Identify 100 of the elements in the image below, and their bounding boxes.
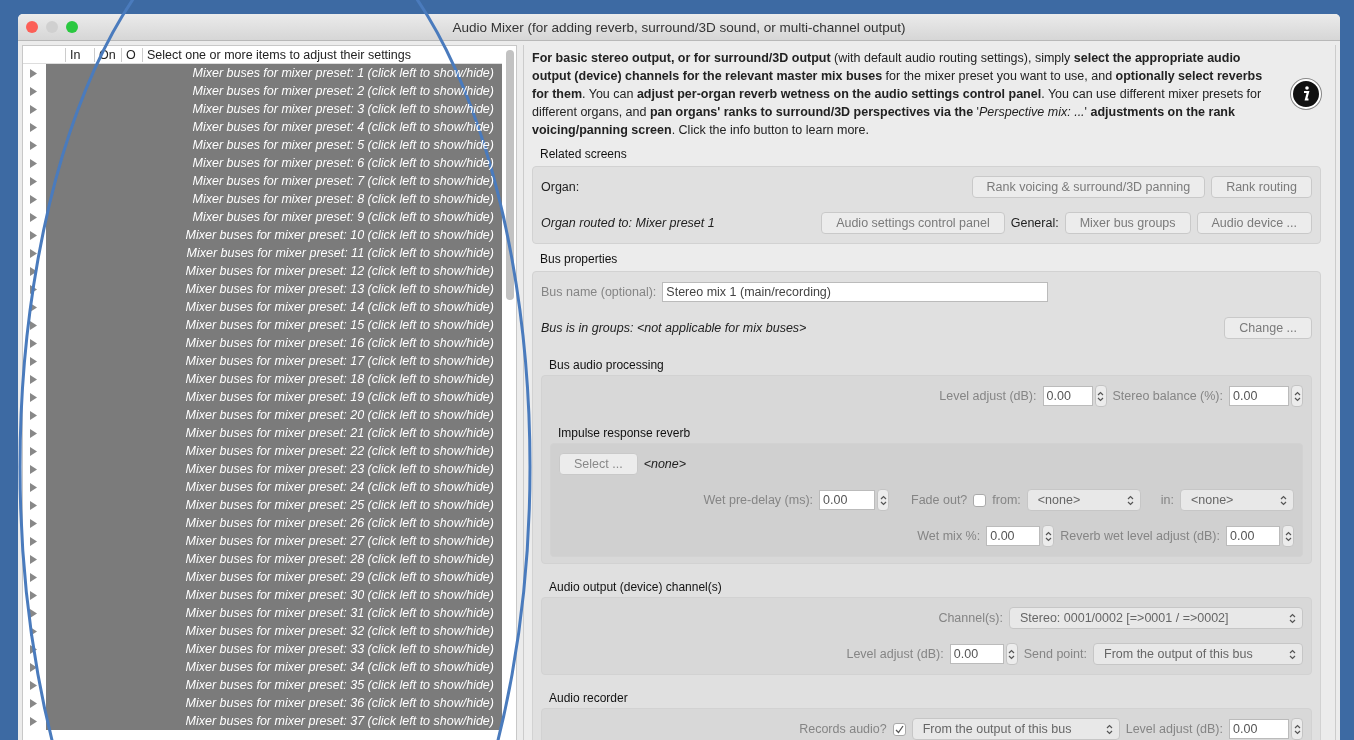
stepper-button[interactable] <box>877 489 889 511</box>
disclosure-triangle-icon[interactable] <box>29 266 37 276</box>
checkbox[interactable] <box>892 722 906 736</box>
list-item[interactable]: Mixer buses for mixer preset: 26 (click left to show/hide) <box>46 514 502 532</box>
dropdown[interactable]: <none> <box>1026 489 1141 511</box>
stepper-button[interactable] <box>1291 718 1303 740</box>
disclosure-triangle-icon[interactable] <box>29 86 37 96</box>
column-header[interactable]: In <box>65 47 94 62</box>
close-button[interactable] <box>26 21 38 33</box>
nav-button[interactable]: Mixer bus groups <box>1064 212 1191 234</box>
disclosure-triangle-icon[interactable] <box>29 500 37 510</box>
disclosure-triangle-icon[interactable] <box>29 212 37 222</box>
dropdown[interactable]: Stereo: 0001/0002 [=>0001 / =>0002] <box>1009 607 1303 629</box>
disclosure-triangle-icon[interactable] <box>29 140 37 150</box>
list-item[interactable]: Mixer buses for mixer preset: 22 (click left to show/hide) <box>46 442 502 460</box>
stepper-button[interactable] <box>1291 385 1303 407</box>
disclosure-triangle-icon[interactable] <box>29 248 37 258</box>
list-item[interactable]: Mixer buses for mixer preset: 10 (click left to show/hide) <box>46 226 502 244</box>
disclosure-triangle-icon[interactable] <box>29 590 37 600</box>
disclosure-triangle-icon[interactable] <box>29 122 37 132</box>
list-item[interactable]: Mixer buses for mixer preset: 9 (click left to show/hide) <box>46 208 502 226</box>
list-item[interactable]: Mixer buses for mixer preset: 8 (click left to show/hide) <box>46 190 502 208</box>
list-item[interactable]: Mixer buses for mixer preset: 24 (click left to show/hide) <box>46 478 502 496</box>
list-item[interactable]: Mixer buses for mixer preset: 6 (click left to show/hide) <box>46 154 502 172</box>
disclosure-triangle-icon[interactable] <box>29 194 37 204</box>
list-item[interactable]: Mixer buses for mixer preset: 14 (click left to show/hide) <box>46 298 502 316</box>
dropdown[interactable]: From the output of this bus <box>1093 643 1303 665</box>
list-item[interactable]: Mixer buses for mixer preset: 33 (click left to show/hide) <box>46 640 502 658</box>
number-field[interactable]: 0.00 <box>949 644 1004 664</box>
list-item[interactable]: Mixer buses for mixer preset: 27 (click left to show/hide) <box>46 532 502 550</box>
list-item[interactable]: Mixer buses for mixer preset: 12 (click left to show/hide) <box>46 262 502 280</box>
disclosure-triangle-icon[interactable] <box>29 320 37 330</box>
disclosure-triangle-icon[interactable] <box>29 374 37 384</box>
list-item[interactable]: Mixer buses for mixer preset: 5 (click left to show/hide) <box>46 136 502 154</box>
disclosure-triangle-icon[interactable] <box>29 176 37 186</box>
list-item[interactable]: Mixer buses for mixer preset: 37 (click left to show/hide) <box>46 712 502 730</box>
disclosure-triangle-icon[interactable] <box>29 104 37 114</box>
disclosure-triangle-icon[interactable] <box>29 716 37 726</box>
list-item[interactable]: Mixer buses for mixer preset: 21 (click left to show/hide) <box>46 424 502 442</box>
list-item[interactable]: Mixer buses for mixer preset: 34 (click left to show/hide) <box>46 658 502 676</box>
disclosure-triangle-icon[interactable] <box>29 644 37 654</box>
disclosure-triangle-icon[interactable] <box>29 356 37 366</box>
number-field[interactable]: 0.00 <box>1226 526 1280 546</box>
disclosure-triangle-icon[interactable] <box>29 230 37 240</box>
number-field[interactable]: 0.00 <box>986 526 1041 546</box>
bus-name-field[interactable]: Stereo mix 1 (main/recording) <box>662 282 1049 302</box>
disclosure-triangle-icon[interactable] <box>29 302 37 312</box>
change-button[interactable]: Change ... <box>1224 317 1312 339</box>
select-button[interactable]: Select ... <box>559 453 638 475</box>
disclosure-triangle-icon[interactable] <box>29 284 37 294</box>
zoom-button[interactable] <box>66 21 78 33</box>
stepper-button[interactable] <box>1042 525 1055 547</box>
list-item[interactable]: Mixer buses for mixer preset: 3 (click left to show/hide) <box>46 100 502 118</box>
stepper-button[interactable] <box>1282 525 1294 547</box>
disclosure-triangle-icon[interactable] <box>29 410 37 420</box>
disclosure-triangle-icon[interactable] <box>29 698 37 708</box>
nav-button[interactable]: Rank routing <box>1211 176 1312 198</box>
list-item[interactable]: Mixer buses for mixer preset: 35 (click left to show/hide) <box>46 676 502 694</box>
disclosure-triangle-icon[interactable] <box>29 680 37 690</box>
disclosure-triangle-icon[interactable] <box>29 518 37 528</box>
disclosure-triangle-icon[interactable] <box>29 158 37 168</box>
disclosure-triangle-icon[interactable] <box>29 536 37 546</box>
disclosure-triangle-icon[interactable] <box>29 608 37 618</box>
disclosure-triangle-icon[interactable] <box>29 554 37 564</box>
disclosure-triangle-icon[interactable] <box>29 626 37 636</box>
list-item[interactable]: Mixer buses for mixer preset: 23 (click left to show/hide) <box>46 460 502 478</box>
disclosure-triangle-icon[interactable] <box>29 338 37 348</box>
list-item[interactable]: Mixer buses for mixer preset: 28 (click left to show/hide) <box>46 550 502 568</box>
number-field[interactable]: 0.00 <box>1042 386 1093 406</box>
list-item[interactable]: Mixer buses for mixer preset: 32 (click left to show/hide) <box>46 622 502 640</box>
nav-button[interactable]: Audio device ... <box>1196 212 1312 234</box>
list-item[interactable]: Mixer buses for mixer preset: 25 (click left to show/hide) <box>46 496 502 514</box>
list-item[interactable]: Mixer buses for mixer preset: 16 (click left to show/hide) <box>46 334 502 352</box>
disclosure-triangle-icon[interactable] <box>29 482 37 492</box>
list-item[interactable]: Mixer buses for mixer preset: 1 (click left to show/hide) <box>46 64 502 82</box>
number-field[interactable]: 0.00 <box>1229 386 1289 406</box>
list-item[interactable]: Mixer buses for mixer preset: 18 (click left to show/hide) <box>46 370 502 388</box>
list-item[interactable]: Mixer buses for mixer preset: 17 (click left to show/hide) <box>46 352 502 370</box>
checkbox[interactable] <box>973 493 987 507</box>
dropdown[interactable]: <none> <box>1180 489 1294 511</box>
list-item[interactable]: Mixer buses for mixer preset: 36 (click left to show/hide) <box>46 694 502 712</box>
nav-button[interactable]: Audio settings control panel <box>821 212 1005 234</box>
list-item[interactable]: Mixer buses for mixer preset: 7 (click left to show/hide) <box>46 172 502 190</box>
disclosure-triangle-icon[interactable] <box>29 392 37 402</box>
stepper-button[interactable] <box>1005 643 1018 665</box>
info-button[interactable] <box>1291 79 1321 109</box>
list-item[interactable]: Mixer buses for mixer preset: 2 (click left to show/hide) <box>46 82 502 100</box>
scrollbar-thumb[interactable] <box>506 50 514 300</box>
disclosure-triangle-icon[interactable] <box>29 446 37 456</box>
stepper-button[interactable] <box>1094 385 1107 407</box>
number-field[interactable]: 0.00 <box>819 490 875 510</box>
list-item[interactable]: Mixer buses for mixer preset: 19 (click left to show/hide) <box>46 388 502 406</box>
list-item[interactable]: Mixer buses for mixer preset: 13 (click left to show/hide) <box>46 280 502 298</box>
disclosure-triangle-icon[interactable] <box>29 68 37 78</box>
column-header[interactable]: Select one or more items to adjust their settings <box>142 47 415 62</box>
disclosure-triangle-icon[interactable] <box>29 662 37 672</box>
list-item[interactable]: Mixer buses for mixer preset: 15 (click left to show/hide) <box>46 316 502 334</box>
list-item[interactable]: Mixer buses for mixer preset: 11 (click left to show/hide) <box>46 244 502 262</box>
list-item[interactable]: Mixer buses for mixer preset: 31 (click left to show/hide) <box>46 604 502 622</box>
number-field[interactable]: 0.00 <box>1229 719 1289 739</box>
